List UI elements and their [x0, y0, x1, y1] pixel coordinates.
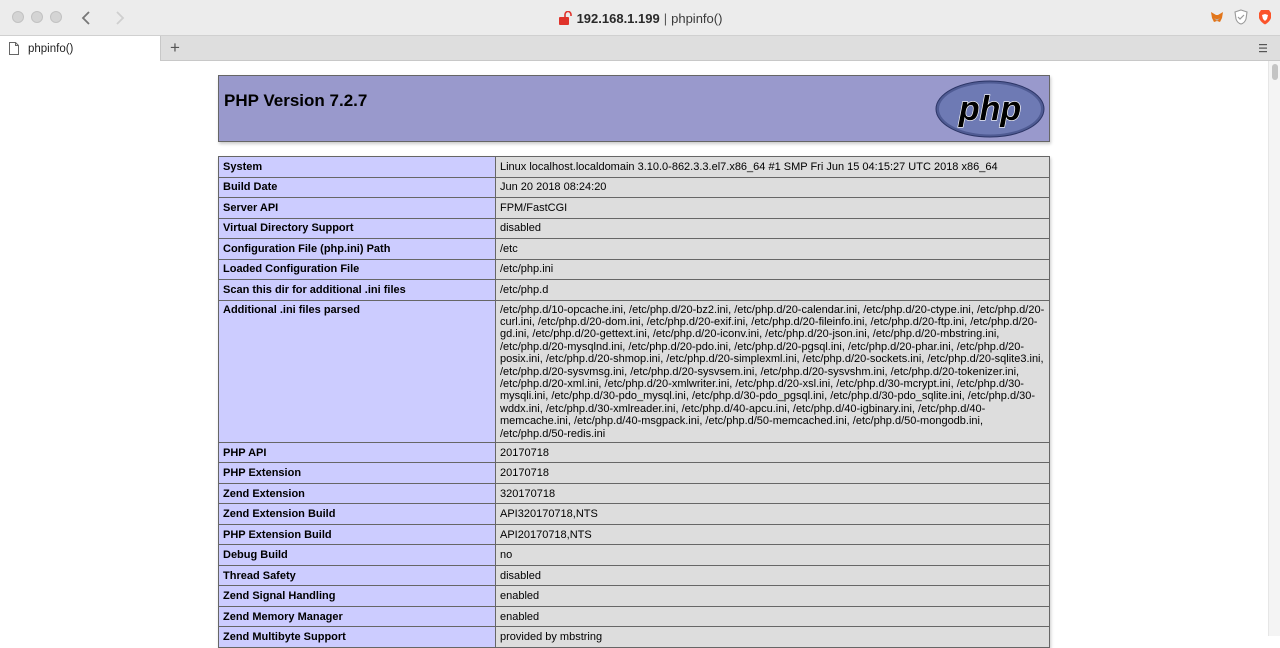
window-minimize-button[interactable] — [31, 11, 43, 23]
info-value: /etc — [495, 238, 1050, 260]
info-key: Zend Memory Manager — [218, 605, 496, 628]
info-value: API20170718,NTS — [495, 523, 1050, 546]
brave-lion-icon[interactable] — [1257, 9, 1273, 25]
info-key: Thread Safety — [218, 564, 496, 587]
new-tab-button[interactable]: + — [167, 36, 183, 61]
info-value: API320170718,NTS — [495, 503, 1050, 525]
info-key: Zend Extension Build — [218, 503, 496, 525]
info-key: Additional .ini files parsed — [218, 299, 496, 443]
php-info-table: System Linux localhost.localdomain 3.10.0… — [218, 156, 1050, 648]
info-key: Zend Multibyte Support — [218, 626, 496, 648]
title-separator: | — [663, 10, 668, 26]
info-row: Virtual Directory Support disabled — [218, 217, 1050, 239]
metamask-icon[interactable] — [1209, 9, 1225, 25]
info-value: no — [495, 544, 1050, 566]
info-row: Build Date Jun 20 2018 08:24:20 — [218, 176, 1050, 198]
info-row: PHP API 20170718 — [218, 441, 1050, 464]
info-row: Additional .ini files parsed/etc/php.d/1… — [218, 299, 1050, 443]
info-value: Linux localhost.localdomain 3.10.0-862.3… — [495, 156, 1050, 178]
info-value: provided by mbstring — [495, 626, 1050, 648]
back-button[interactable] — [75, 7, 97, 29]
info-row: Thread Safety disabled — [218, 564, 1050, 587]
info-key: Loaded Configuration File — [218, 258, 496, 280]
info-key: PHP Extension Build — [218, 523, 496, 546]
info-value: /etc/php.d/10-opcache.ini, /etc/php.d/20… — [495, 299, 1050, 443]
info-row: Configuration File (php.ini) Path/etc — [218, 238, 1050, 260]
php-logo[interactable]: php — [935, 80, 1045, 138]
info-value: FPM/FastCGI — [495, 197, 1050, 219]
address-title[interactable]: 192.168.1.199 | phpinfo() — [558, 0, 723, 36]
info-key: PHP API — [218, 441, 496, 464]
chevron-left-icon — [81, 11, 90, 25]
info-value: enabled — [495, 585, 1050, 607]
info-row: Zend Extension 320170718 — [218, 482, 1050, 505]
forward-button[interactable] — [109, 7, 131, 29]
info-value: disabled — [495, 564, 1050, 587]
page-title-text: phpinfo() — [671, 10, 723, 26]
info-row: System Linux localhost.localdomain 3.10.0… — [218, 156, 1050, 178]
info-key: Scan this dir for additional .ini files — [218, 279, 496, 301]
info-value: 20170718 — [495, 462, 1050, 484]
php-version-header: PHP Version 7.2.7 php — [218, 75, 1050, 142]
phpinfo-content: PHP Version 7.2.7 php System Linux localh… — [218, 75, 1050, 648]
chevron-right-icon — [116, 11, 125, 25]
tab-bar: phpinfo() + — [0, 36, 1280, 61]
info-row: Zend Extension Build API320170718,NTS — [218, 503, 1050, 525]
info-row: Scan this dir for additional .ini files /… — [218, 279, 1050, 301]
info-row: Zend Multibyte Support provided by mbstri… — [218, 626, 1050, 648]
info-row: Zend Signal Handling enabled — [218, 585, 1050, 607]
info-key: Debug Build — [218, 544, 496, 566]
scrollbar-thumb[interactable] — [1272, 64, 1278, 80]
tab-phpinfo[interactable]: phpinfo() — [0, 36, 161, 61]
info-key: Build Date — [218, 176, 496, 198]
address-host: 192.168.1.199 — [576, 10, 660, 26]
info-value: enabled — [495, 605, 1050, 628]
info-value: 20170718 — [495, 441, 1050, 464]
info-key: Virtual Directory Support — [218, 217, 496, 239]
info-row: Debug Build no — [218, 544, 1050, 566]
info-key: Zend Signal Handling — [218, 585, 496, 607]
info-row: PHP Extension Build API20170718,NTS — [218, 523, 1050, 546]
php-version-title: PHP Version 7.2.7 — [224, 91, 368, 110]
page-scrollbar[interactable] — [1268, 61, 1280, 636]
info-key: PHP Extension — [218, 462, 496, 484]
info-row: PHP Extension 20170718 — [218, 462, 1050, 484]
info-value: disabled — [495, 217, 1050, 239]
info-key: Zend Extension — [218, 482, 496, 505]
info-key: System — [218, 156, 496, 178]
browser-title-bar: 192.168.1.199 | phpinfo() — [0, 0, 1280, 36]
info-key: Server API — [218, 197, 496, 219]
info-key: Configuration File (php.ini) Path — [218, 238, 496, 260]
info-value: /etc/php.ini — [495, 258, 1050, 280]
info-row: Loaded Configuration File/etc/php.ini — [218, 258, 1050, 280]
php-logo-text: php — [958, 90, 1021, 128]
shield-icon[interactable] — [1233, 9, 1249, 25]
info-value: Jun 20 2018 08:24:20 — [495, 176, 1050, 198]
info-row: Zend Memory Manager enabled — [218, 605, 1050, 628]
info-value: /etc/php.d — [495, 279, 1050, 301]
window-close-button[interactable] — [12, 11, 24, 23]
lock-icon — [558, 11, 572, 25]
tab-label: phpinfo() — [28, 42, 74, 55]
tab-menu-icon[interactable] — [1258, 42, 1268, 54]
info-row: Server API FPM/FastCGI — [218, 197, 1050, 219]
info-value: 320170718 — [495, 482, 1050, 505]
file-icon — [9, 42, 19, 55]
window-zoom-button[interactable] — [50, 11, 62, 23]
